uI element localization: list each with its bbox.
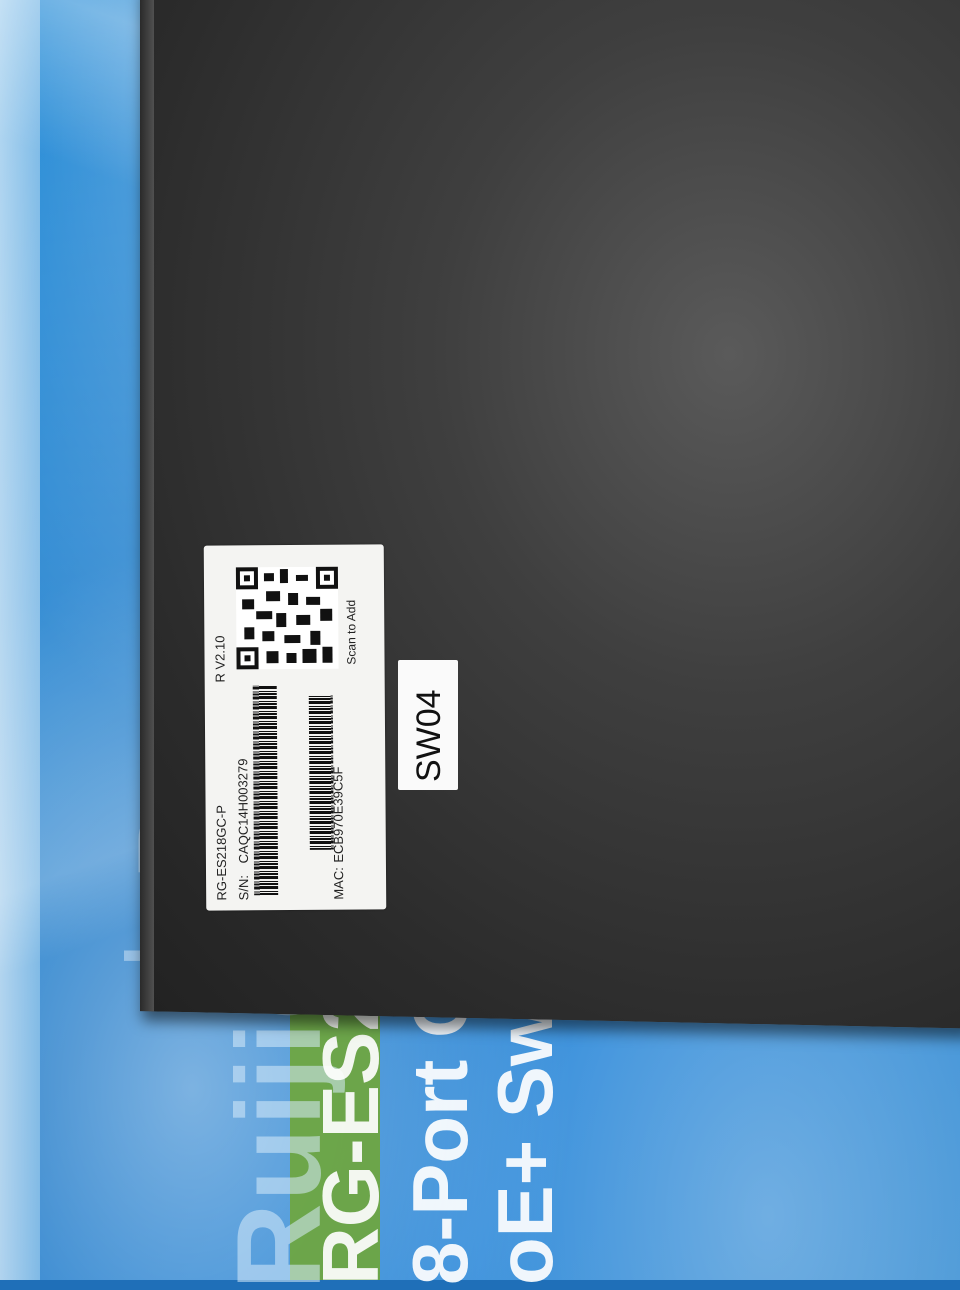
model-number: RG-ES218GC-P: [213, 805, 230, 901]
asset-tag: SW04: [398, 660, 458, 790]
qr-finder: [315, 566, 339, 589]
device-edge: [140, 0, 154, 1012]
scan-to-add-text: Scan to Add: [344, 599, 359, 665]
hardware-revision: R V2.10: [212, 635, 228, 683]
serial-key: S/N:: [236, 875, 252, 901]
qr-code-icon: [235, 566, 339, 670]
mac-key: MAC:: [330, 867, 347, 900]
box-side-stripe: [0, 0, 40, 1280]
serial-value: CAQC14H003279: [235, 758, 251, 864]
box-desc-line-1: 8-Port G: [396, 977, 484, 1285]
box-desc-line-2: oE+ Sw: [481, 1005, 569, 1285]
device-label-sticker: Scan to Add RG-ES218GC-P R V2.10 S/N: CA…: [203, 544, 387, 911]
asset-tag-text: SW04: [410, 689, 448, 782]
qr-finder: [236, 647, 259, 670]
mac-value: ECB970E39C5F: [330, 766, 346, 863]
serial-barcode: [252, 685, 279, 896]
qr-finder: [235, 567, 259, 590]
